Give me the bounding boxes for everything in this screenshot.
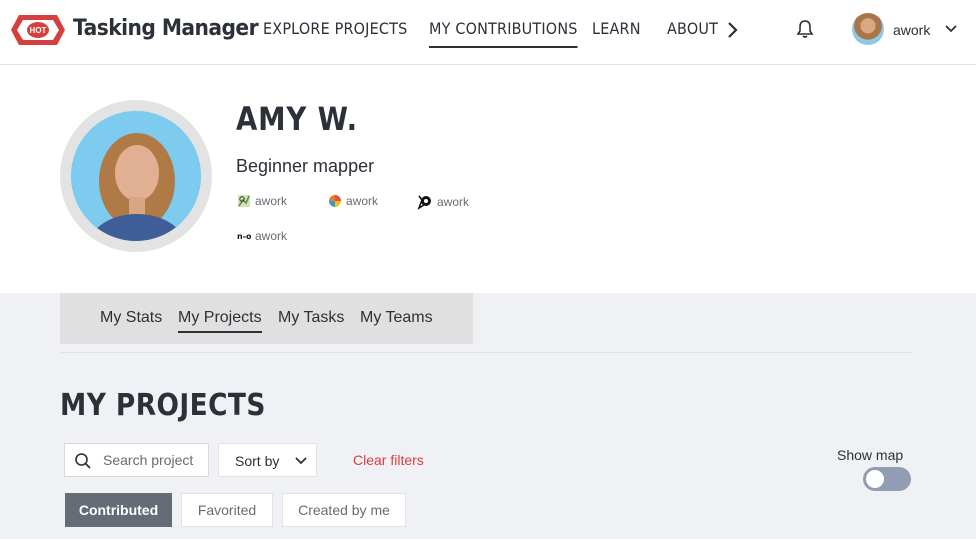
profile-card: AMY W. Beginner mapper awork awork awork… (0, 65, 976, 293)
hdyc-account-link[interactable]: awork (417, 194, 469, 210)
filter-contributed-button[interactable]: Contributed (65, 493, 172, 527)
tab-my-stats[interactable]: My Stats (100, 309, 162, 327)
search-box[interactable] (64, 443, 209, 477)
ohsome-account-link[interactable]: n-o awork (237, 229, 287, 243)
ohsome-icon: n-o (237, 232, 251, 241)
clear-filters-link[interactable]: Clear filters (353, 452, 424, 468)
tab-my-tasks[interactable]: My Tasks (278, 309, 344, 327)
osm-username: awork (255, 194, 288, 208)
tab-my-teams[interactable]: My Teams (360, 309, 433, 327)
sort-label: Sort by (235, 453, 280, 469)
tab-my-projects[interactable]: My Projects (178, 309, 262, 333)
ohsome-username: awork (255, 229, 288, 243)
bell-icon[interactable] (795, 19, 815, 39)
hot-logo-icon[interactable]: HOT (11, 11, 65, 49)
chevron-right-icon[interactable] (726, 20, 740, 40)
sort-dropdown[interactable]: Sort by (218, 443, 317, 477)
osmcha-username: awork (346, 194, 379, 208)
mapper-level: Beginner mapper (236, 156, 375, 176)
nav-my-contributions[interactable]: MY CONTRIBUTIONS (429, 19, 578, 48)
logo-text: HOT (30, 26, 47, 35)
show-map-label: Show map (837, 447, 904, 463)
brand-title[interactable]: Tasking Manager (73, 16, 259, 41)
profile-avatar (60, 100, 212, 252)
search-icon (75, 453, 91, 469)
profile-tabs: My Stats My Projects My Tasks My Teams (60, 293, 473, 344)
nav-explore-projects[interactable]: EXPLORE PROJECTS (263, 19, 407, 38)
nav-about[interactable]: ABOUT (667, 19, 718, 38)
chevron-down-icon (295, 457, 307, 465)
osmcha-account-link[interactable]: awork (328, 194, 378, 208)
svg-text:n-o: n-o (237, 232, 251, 241)
profile-name: AMY W. (236, 100, 358, 138)
osmcha-icon (329, 195, 341, 207)
hdyc-icon (417, 195, 431, 210)
top-navbar: HOT Tasking Manager EXPLORE PROJECTS MY … (0, 0, 976, 65)
hdyc-username: awork (437, 195, 470, 209)
profile-photo (71, 111, 201, 241)
chevron-down-icon[interactable] (944, 24, 958, 34)
section-divider (60, 352, 912, 353)
filter-favorited-button[interactable]: Favorited (181, 493, 273, 527)
show-map-toggle[interactable] (863, 467, 911, 491)
user-menu-name[interactable]: awork (893, 22, 930, 38)
page-title: MY PROJECTS (60, 388, 266, 423)
user-avatar[interactable] (852, 13, 884, 45)
osm-icon (238, 195, 250, 207)
nav-learn[interactable]: LEARN (592, 19, 641, 38)
osm-account-link[interactable]: awork (237, 194, 287, 208)
toggle-knob (866, 470, 884, 488)
filter-created-by-me-button[interactable]: Created by me (282, 493, 406, 527)
search-input[interactable] (103, 450, 205, 470)
